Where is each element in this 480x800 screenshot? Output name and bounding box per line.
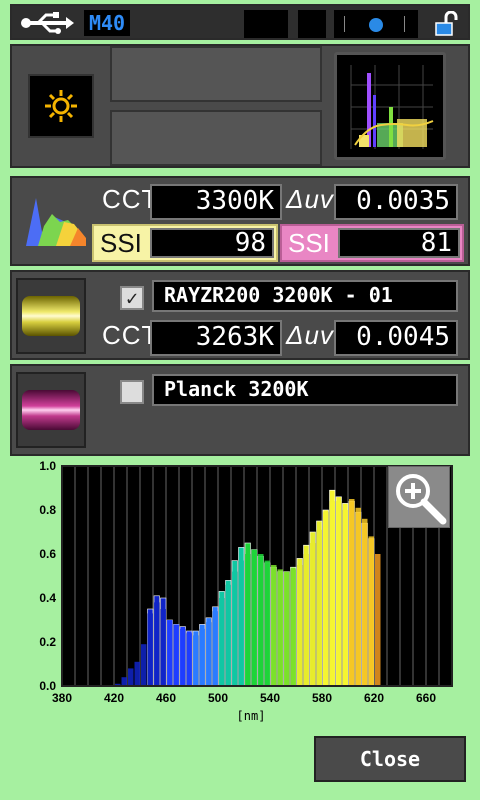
y-tick-label: 0.0	[39, 679, 56, 693]
x-tick-label: 460	[156, 691, 176, 705]
spectrum-bar-reference	[316, 529, 322, 686]
spectrum-bar-reference	[173, 624, 179, 686]
spectrum-bar-reference	[232, 571, 238, 686]
reference-1-name[interactable]: RAYZR200 3200K - 01	[152, 280, 458, 312]
spectrum-bar-reference	[238, 560, 244, 686]
close-button[interactable]: Close	[314, 736, 466, 782]
spectrum-bar-reference	[199, 628, 205, 686]
reference-color-swatch-pink[interactable]	[16, 372, 86, 448]
spectrum-bar-reference	[297, 565, 303, 686]
x-tick-label: 580	[312, 691, 332, 705]
cct-value: 3300K	[150, 184, 282, 220]
spectrum-bar-reference	[355, 507, 361, 686]
reference-2-name[interactable]: Planck 3200K	[152, 374, 458, 406]
spectrum-bar-reference	[251, 549, 257, 686]
reference-2-checkbox[interactable]	[120, 380, 144, 404]
y-tick-label: 0.8	[39, 503, 56, 517]
y-tick-label: 0.2	[39, 635, 56, 649]
reference-1-checkbox[interactable]: ✓	[120, 286, 144, 310]
x-tick-label: 380	[52, 691, 72, 705]
x-tick-label: 540	[260, 691, 280, 705]
spectrum-bar-reference	[128, 668, 134, 686]
measurement-panel: CCT 3300K Δuv 0.0035 SSI 98 SSI 81	[10, 176, 470, 266]
spectrum-bar-reference	[121, 677, 127, 686]
control-panel	[10, 44, 470, 168]
spectrum-bar-reference	[160, 609, 166, 686]
spectrum-bar-reference	[271, 565, 277, 686]
spectrum-thumb-button[interactable]	[334, 52, 446, 160]
spectrum-bar-reference	[141, 644, 147, 686]
zoom-button[interactable]	[388, 466, 450, 528]
duv-value: 0.0035	[334, 184, 458, 220]
info-area-top	[110, 46, 322, 102]
reference-panel-1: ✓ RAYZR200 3200K - 01 CCT 3263K Δuv 0.00…	[10, 270, 470, 360]
spectrum-bar-reference	[368, 536, 374, 686]
y-tick-label: 0.4	[39, 591, 56, 605]
spectrum-bar-reference	[342, 510, 348, 686]
ssi-b-box: SSI 81	[280, 224, 464, 262]
spectrum-bar-reference	[219, 598, 225, 686]
y-tick-label: 1.0	[39, 459, 56, 473]
spectrum-bar-reference	[134, 661, 140, 686]
spectrum-bar-reference	[284, 571, 290, 686]
spectrum-bar-reference	[303, 554, 309, 686]
ssi-a-label: SSI	[100, 228, 142, 258]
reference-1-duv-value: 0.0045	[334, 320, 458, 356]
spectrum-bar-reference	[277, 569, 283, 686]
duv-label: Δuv	[286, 184, 334, 214]
spectrum-bar-reference	[154, 602, 160, 686]
spectrum-bar-reference	[206, 622, 212, 686]
spectrum-bar-reference	[193, 635, 199, 686]
reference-color-swatch-yellow[interactable]	[16, 278, 86, 354]
y-tick-label: 0.6	[39, 547, 56, 561]
ssi-a-value: 98	[150, 228, 274, 258]
close-button-label: Close	[359, 747, 421, 771]
sun-icon	[45, 90, 77, 122]
spectrum-bar-reference	[310, 543, 316, 686]
x-tick-label: 420	[104, 691, 124, 705]
status-slot-2	[298, 10, 326, 38]
light-source-button[interactable]	[28, 74, 94, 138]
status-bar: M40	[10, 4, 470, 40]
spectrum-bar-reference	[167, 620, 173, 686]
spectrum-bar-reference	[212, 611, 218, 686]
spectrum-bar-reference	[258, 554, 264, 686]
ssi-a-box: SSI 98	[92, 224, 278, 262]
spectrum-bar-reference	[323, 512, 329, 686]
spectrum-mini-icon[interactable]	[22, 192, 86, 248]
spectrum-bar-reference	[290, 569, 296, 686]
spectrum-bar-reference	[225, 584, 231, 686]
spectrum-bar-reference	[245, 554, 251, 686]
x-axis-label: [nm]	[237, 709, 266, 723]
mode-badge: M40	[84, 10, 130, 36]
reference-1-duv-label: Δuv	[286, 320, 334, 350]
spectrum-bar-reference	[264, 560, 270, 686]
spectrum-bar-reference	[180, 628, 186, 686]
reference-panel-2: Planck 3200K	[10, 364, 470, 456]
lock-icon[interactable]	[432, 10, 458, 37]
spectrum-bar-reference	[147, 613, 153, 686]
reference-1-cct-value: 3263K	[150, 320, 282, 356]
spectrum-bar-reference	[362, 518, 368, 686]
spectrum-thumb-icon	[350, 65, 434, 149]
x-tick-label: 660	[416, 691, 436, 705]
spectrum-bar-reference	[186, 633, 192, 686]
x-tick-label: 500	[208, 691, 228, 705]
spectrum-bar-reference	[375, 554, 381, 686]
spectrum-chart: 380 420 460 500 540 580 620 660 0.0 0.2 0.4 0.6 0.8 1…	[0, 456, 480, 736]
battery-icon	[334, 10, 418, 38]
status-slot-1	[244, 10, 288, 38]
x-tick-label: 620	[364, 691, 384, 705]
spectrum-bar-reference	[349, 499, 355, 686]
info-area-bottom	[110, 110, 322, 166]
zoom-icon	[396, 474, 447, 525]
spectrum-bar-reference	[336, 501, 342, 686]
spectrum-bar-reference	[329, 501, 335, 686]
usb-icon	[20, 12, 74, 34]
ssi-b-label: SSI	[288, 228, 330, 258]
ssi-b-value: 81	[338, 228, 460, 258]
